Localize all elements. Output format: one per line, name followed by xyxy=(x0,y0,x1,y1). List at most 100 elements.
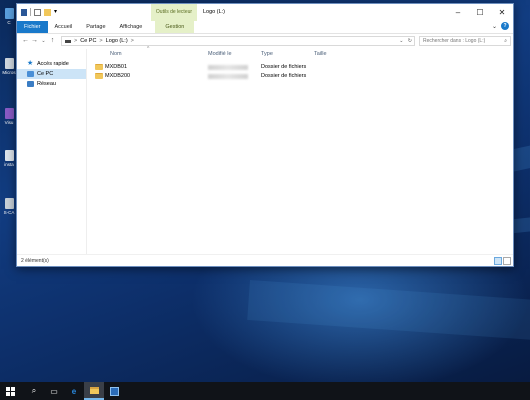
file-list: ^ Nom Modifié le Type Taille MXDB01 Doss… xyxy=(89,46,513,254)
file-type: Dossier de fichiers xyxy=(261,73,307,79)
address-controls: ⌄ ↻ xyxy=(399,38,412,44)
desktop-icon-label: insta xyxy=(4,162,14,167)
window-title: Logo (L:) xyxy=(203,9,226,15)
status-bar: 2 élément(s) xyxy=(17,254,513,266)
redacted-date xyxy=(208,74,248,79)
wallpaper-beam xyxy=(247,280,530,341)
search-icon[interactable]: ⌕ xyxy=(24,382,44,400)
column-headers: ^ Nom Modifié le Type Taille xyxy=(89,46,513,59)
close-button[interactable]: ✕ xyxy=(491,4,513,21)
column-size[interactable]: Taille xyxy=(314,51,327,57)
file-explorer-taskbar-icon[interactable] xyxy=(84,382,104,400)
tab-share[interactable]: Partage xyxy=(79,21,112,33)
breadcrumb-separator: > xyxy=(99,38,103,44)
server-manager-icon[interactable] xyxy=(104,382,124,400)
expand-ribbon-icon[interactable]: ⌄ xyxy=(492,23,497,30)
new-folder-icon[interactable] xyxy=(44,8,51,16)
folder-icon xyxy=(95,64,103,70)
title-bar[interactable]: ▾ Outils de lecteur Logo (L:) – ☐ ✕ xyxy=(17,4,513,21)
view-toggle xyxy=(494,257,511,265)
star-icon: ★ xyxy=(27,60,34,67)
breadcrumb-separator: > xyxy=(130,38,134,44)
tab-manage[interactable]: Gestion xyxy=(155,21,195,33)
quick-access-toolbar: ▾ xyxy=(21,8,60,16)
folder-icon xyxy=(89,386,99,394)
list-item[interactable]: MXDB200 Dossier de fichiers xyxy=(89,72,513,81)
forward-arrow-icon[interactable]: → xyxy=(30,37,39,44)
maximize-button[interactable]: ☐ xyxy=(469,4,491,21)
window-controls: – ☐ ✕ xyxy=(447,4,513,21)
chevron-down-icon[interactable]: ▾ xyxy=(54,9,60,16)
properties-icon[interactable] xyxy=(34,8,41,16)
drive-icon xyxy=(21,8,27,16)
tab-home[interactable]: Accueil xyxy=(48,21,80,33)
desktop-icon[interactable]: Micros xyxy=(2,58,16,75)
folder-icon xyxy=(95,73,103,79)
desktop-icon-label: Visu xyxy=(4,120,14,125)
desktop-icon-label: C xyxy=(7,20,11,25)
column-modified[interactable]: Modifié le xyxy=(208,51,232,57)
desktop-icon-label: Micros xyxy=(2,70,16,75)
nav-item-label: Accès rapide xyxy=(37,61,69,67)
file-explorer-window: ▾ Outils de lecteur Logo (L:) – ☐ ✕ Fich… xyxy=(16,3,514,267)
taskbar: ⌕ ▭ e xyxy=(0,382,530,400)
breadcrumb-separator: > xyxy=(74,38,78,44)
desktop-icon-label: S-CA xyxy=(3,210,15,215)
back-arrow-icon[interactable]: ← xyxy=(21,37,30,44)
ribbon-right-controls: ⌄ ? xyxy=(492,22,509,30)
context-tab-group: Outils de lecteur xyxy=(151,4,197,21)
list-item[interactable]: MXDB01 Dossier de fichiers xyxy=(89,63,513,72)
recent-locations-icon[interactable]: ⌄ xyxy=(39,38,48,44)
sort-caret-icon: ^ xyxy=(147,46,150,52)
details-view-button[interactable] xyxy=(494,257,502,265)
network-icon xyxy=(27,81,34,87)
large-icons-view-button[interactable] xyxy=(503,257,511,265)
task-view-icon[interactable]: ▭ xyxy=(44,382,64,400)
separator xyxy=(30,8,31,16)
refresh-icon[interactable]: ↻ xyxy=(408,38,412,44)
file-name: MXDB200 xyxy=(105,73,131,79)
computer-icon xyxy=(4,8,14,19)
desktop-icons: C Micros Visu insta S-CA xyxy=(0,0,16,260)
column-name[interactable]: Nom xyxy=(110,51,122,57)
item-count: 2 élément(s) xyxy=(21,258,49,264)
minimize-button[interactable]: – xyxy=(447,4,469,21)
address-row: ← → ⌄ ↑ > Ce PC > Logo (L:) > ⌄ ↻ Recher… xyxy=(17,33,513,47)
tab-view[interactable]: Affichage xyxy=(113,21,150,33)
column-type[interactable]: Type xyxy=(261,51,273,57)
content-area: ★ Accès rapide Ce PC Réseau ^ Nom Modifi… xyxy=(17,46,513,254)
app-icon xyxy=(4,58,14,69)
windows-logo-icon xyxy=(5,386,15,396)
dropdown-icon[interactable]: ⌄ xyxy=(399,38,403,44)
desktop-icon[interactable]: Visu xyxy=(2,108,16,125)
tab-file[interactable]: Fichier xyxy=(17,21,48,33)
file-name: MXDB01 xyxy=(105,64,128,70)
navigation-pane: ★ Accès rapide Ce PC Réseau xyxy=(17,49,87,254)
desktop-icon[interactable]: S-CA xyxy=(2,198,16,215)
edge-icon[interactable]: e xyxy=(64,382,84,400)
ribbon-tabs: Fichier Accueil Partage Affichage Gestio… xyxy=(17,21,513,33)
server-icon xyxy=(109,386,119,396)
file-icon xyxy=(4,198,14,209)
desktop-icon[interactable]: insta xyxy=(2,150,16,167)
nav-item-label: Ce PC xyxy=(37,71,54,77)
computer-icon xyxy=(27,71,34,77)
desktop-icon[interactable]: C xyxy=(2,8,16,25)
start-button[interactable] xyxy=(0,382,20,400)
nav-item-network[interactable]: Réseau xyxy=(17,79,86,89)
breadcrumb-this-pc[interactable]: Ce PC xyxy=(80,38,96,44)
nav-item-this-pc[interactable]: Ce PC xyxy=(17,69,86,79)
file-type: Dossier de fichiers xyxy=(261,64,307,70)
installer-icon xyxy=(4,150,14,161)
up-arrow-icon[interactable]: ↑ xyxy=(48,37,57,44)
nav-item-quick-access[interactable]: ★ Accès rapide xyxy=(17,59,86,69)
address-bar[interactable]: > Ce PC > Logo (L:) > ⌄ ↻ xyxy=(61,36,415,46)
search-input[interactable]: Rechercher dans : Logo (L:) ⌕ xyxy=(419,36,511,46)
visual-studio-icon xyxy=(4,108,14,119)
drive-icon xyxy=(65,39,71,43)
breadcrumb-drive[interactable]: Logo (L:) xyxy=(106,38,128,44)
search-icon: ⌕ xyxy=(504,38,507,44)
redacted-date xyxy=(208,65,248,70)
help-icon[interactable]: ? xyxy=(501,22,509,30)
